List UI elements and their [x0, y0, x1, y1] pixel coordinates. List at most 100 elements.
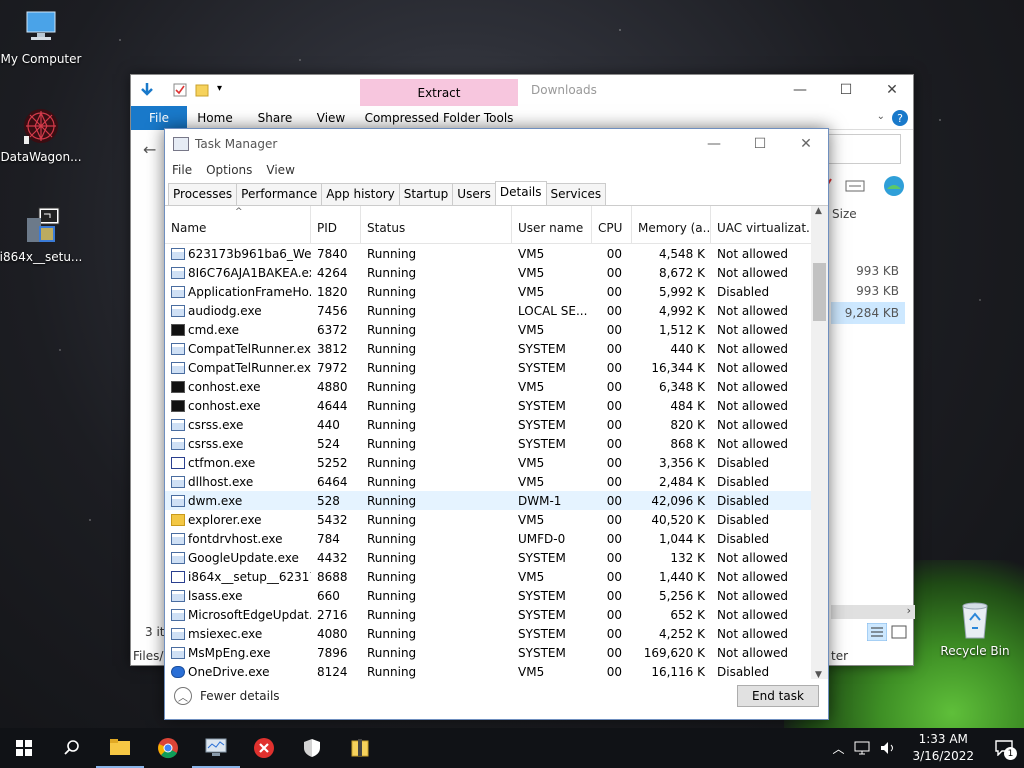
task-manager-window[interactable]: Task Manager — ☐ ✕ File Options View Pro…: [164, 128, 829, 720]
table-row[interactable]: csrss.exe 440 Running SYSTEM 00 820 K Not allo…: [165, 415, 811, 434]
menu-view[interactable]: View: [259, 160, 301, 182]
explorer-search-box[interactable]: [821, 134, 901, 164]
tab-users[interactable]: Users: [452, 183, 496, 205]
taskbar-security[interactable]: [288, 728, 336, 768]
table-row[interactable]: 8I6C76AJA1BAKEA.exe 4264 Running VM5 00 8,672…: [165, 263, 811, 282]
action-center-button[interactable]: 1: [984, 728, 1024, 768]
fewer-details-toggle[interactable]: ︿ Fewer details: [174, 687, 280, 705]
desktop-icon-installer[interactable]: i864x__setu...: [0, 206, 82, 264]
column-header-memory[interactable]: Memory (a...: [632, 206, 711, 243]
quick-access-dropdown-icon[interactable]: ▾: [217, 83, 222, 94]
tm-close-button[interactable]: ✕: [783, 129, 829, 159]
table-row[interactable]: CompatTelRunner.exe 7972 Running SYSTEM 00 16…: [165, 358, 811, 377]
tab-details[interactable]: Details: [494, 181, 547, 205]
process-memory-cell: 132 K: [670, 550, 705, 565]
process-pid-cell: 5252: [317, 455, 348, 470]
task-manager-titlebar[interactable]: Task Manager — ☐ ✕: [165, 129, 828, 159]
process-user-cell: UMFD-0: [518, 531, 566, 546]
taskbar-archive-app[interactable]: [336, 728, 384, 768]
extract-context-tab[interactable]: Extract: [360, 79, 518, 106]
desktop-icon-datawagon[interactable]: DataWagon...: [0, 106, 82, 164]
tab-processes[interactable]: Processes: [168, 183, 238, 205]
taskbar-chrome[interactable]: [144, 728, 192, 768]
table-row[interactable]: conhost.exe 4644 Running SYSTEM 00 484 K Not a…: [165, 396, 811, 415]
ribbon-tab-file[interactable]: File: [131, 106, 187, 130]
desktop-icon-recycle-bin[interactable]: Recycle Bin: [934, 600, 1016, 658]
ribbon-expand-icon[interactable]: ⌄: [877, 111, 885, 122]
scroll-up-icon[interactable]: ▲: [815, 206, 822, 216]
process-user-cell: VM5: [518, 265, 545, 280]
process-name-text: csrss.exe: [188, 436, 244, 451]
column-header-uac[interactable]: UAC virtualizat...: [711, 206, 811, 243]
maximize-button[interactable]: ☐: [823, 75, 869, 105]
table-row[interactable]: dllhost.exe 6464 Running VM5 00 2,484 K Disabl…: [165, 472, 811, 491]
tab-performance[interactable]: Performance: [236, 183, 323, 205]
size-column-header[interactable]: Size: [832, 207, 857, 221]
table-row[interactable]: explorer.exe 5432 Running VM5 00 40,520 K Disa…: [165, 510, 811, 529]
table-row[interactable]: csrss.exe 524 Running SYSTEM 00 868 K Not allo…: [165, 434, 811, 453]
explorer-hscrollbar[interactable]: ›: [831, 604, 915, 619]
table-row[interactable]: audiodg.exe 7456 Running LOCAL SE... 00 4,992…: [165, 301, 811, 320]
help-icon[interactable]: ?: [891, 109, 909, 127]
taskbar-error-app[interactable]: [240, 728, 288, 768]
process-user-cell: VM5: [518, 246, 545, 261]
tab-app-history[interactable]: App history: [321, 183, 400, 205]
process-cpu-cell: 00: [606, 607, 622, 622]
toolbar-drive-icon[interactable]: [845, 179, 865, 193]
large-icons-view-icon[interactable]: [891, 625, 907, 639]
new-folder-icon[interactable]: [195, 83, 209, 97]
ribbon-tab-compressed-folder-tools[interactable]: Compressed Folder Tools: [360, 106, 518, 130]
table-row[interactable]: ApplicationFrameHo... 1820 Running VM5 00 5,9…: [165, 282, 811, 301]
network-icon[interactable]: [854, 741, 870, 755]
table-row[interactable]: i864x__setup__62317... 8688 Running VM5 00 1,…: [165, 567, 811, 586]
start-button[interactable]: [0, 728, 48, 768]
tab-startup[interactable]: Startup: [398, 183, 454, 205]
table-row[interactable]: lsass.exe 660 Running SYSTEM 00 5,256 K Not al…: [165, 586, 811, 605]
column-header-pid[interactable]: PID: [311, 206, 361, 243]
details-view-icon[interactable]: [867, 623, 887, 641]
ribbon-tab-view[interactable]: View: [311, 106, 351, 130]
column-header-cpu[interactable]: CPU: [592, 206, 632, 243]
table-row[interactable]: msiexec.exe 4080 Running SYSTEM 00 4,252 K Not…: [165, 624, 811, 643]
show-hidden-icons-chevron-icon[interactable]: ︿: [826, 740, 850, 757]
column-header-status[interactable]: Status: [361, 206, 512, 243]
table-row[interactable]: cmd.exe 6372 Running VM5 00 1,512 K Not allowe…: [165, 320, 811, 339]
volume-icon[interactable]: [880, 741, 896, 755]
close-button[interactable]: ✕: [869, 75, 915, 105]
menu-options[interactable]: Options: [199, 160, 259, 182]
table-row[interactable]: fontdrvhost.exe 784 Running UMFD-0 00 1,044 K…: [165, 529, 811, 548]
table-row[interactable]: CompatTelRunner.exe 3812 Running SYSTEM 00 44…: [165, 339, 811, 358]
explorer-titlebar[interactable]: ▾ Extract Downloads — ☐ ✕: [131, 75, 913, 106]
table-row[interactable]: conhost.exe 4880 Running VM5 00 6,348 K Not al…: [165, 377, 811, 396]
table-row[interactable]: GoogleUpdate.exe 4432 Running SYSTEM 00 132 K…: [165, 548, 811, 567]
menu-file[interactable]: File: [165, 160, 199, 182]
process-table-scrollbar[interactable]: ▲ ▼: [811, 206, 828, 679]
scrollbar-thumb[interactable]: [813, 263, 826, 321]
toolbar-globe-icon[interactable]: [883, 175, 905, 197]
properties-icon[interactable]: [173, 83, 187, 97]
process-name-cell: conhost.exe: [165, 399, 311, 413]
process-status-cell: Running: [367, 398, 417, 413]
table-row[interactable]: dwm.exe 528 Running DWM-1 00 42,096 K Disabled: [165, 491, 811, 510]
table-row[interactable]: MicrosoftEdgeUpdat... 2716 Running SYSTEM 00…: [165, 605, 811, 624]
taskbar-task-manager[interactable]: [192, 728, 240, 768]
taskbar-file-explorer[interactable]: [96, 728, 144, 768]
table-row[interactable]: ctfmon.exe 5252 Running VM5 00 3,356 K Disable…: [165, 453, 811, 472]
search-button[interactable]: [48, 728, 96, 768]
process-cpu-cell: 00: [606, 493, 622, 508]
column-header-user-name[interactable]: User name: [512, 206, 592, 243]
back-arrow-icon[interactable]: ←: [143, 140, 156, 159]
tm-minimize-button[interactable]: —: [691, 129, 737, 159]
tm-maximize-button[interactable]: ☐: [737, 129, 783, 159]
table-row[interactable]: MsMpEng.exe 7896 Running SYSTEM 00 169,620 K N…: [165, 643, 811, 662]
minimize-button[interactable]: —: [777, 75, 823, 105]
table-row[interactable]: 623173b961ba6_Wed... 7840 Running VM5 00 4,54…: [165, 244, 811, 263]
desktop-icon-my-computer[interactable]: My Computer: [0, 8, 82, 66]
process-name-cell: MsMpEng.exe: [165, 646, 311, 660]
ribbon-tab-share[interactable]: Share: [253, 106, 297, 130]
end-task-button[interactable]: End task: [737, 685, 819, 707]
tab-services[interactable]: Services: [545, 183, 607, 205]
ribbon-tab-home[interactable]: Home: [193, 106, 237, 130]
process-name-cell: fontdrvhost.exe: [165, 532, 311, 546]
system-clock[interactable]: 1:33 AM 3/16/2022: [902, 731, 984, 765]
